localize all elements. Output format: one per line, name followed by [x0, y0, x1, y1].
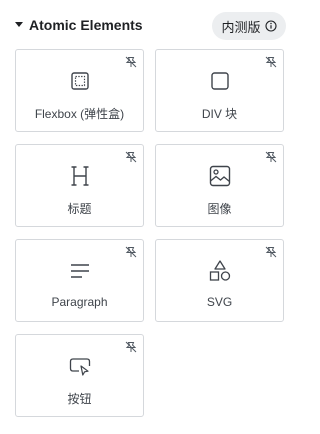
flexbox-icon	[68, 69, 92, 93]
info-icon[interactable]	[264, 20, 277, 32]
element-label: Paragraph	[51, 295, 108, 309]
element-card-flexbox[interactable]: Flexbox (弹性盒)	[15, 49, 144, 132]
element-card-image[interactable]: 图像	[155, 144, 284, 227]
div-block-icon	[208, 69, 232, 93]
pro-badge[interactable]: 内测版	[212, 12, 286, 40]
button-icon	[68, 354, 92, 378]
image-icon	[208, 164, 232, 188]
element-label: DIV 块	[201, 107, 238, 121]
element-card-heading[interactable]: 标题	[15, 144, 144, 227]
pin-icon[interactable]	[125, 246, 137, 258]
caret-down-icon[interactable]	[15, 22, 23, 27]
pin-icon[interactable]	[265, 151, 277, 163]
heading-icon	[68, 164, 92, 188]
element-card-button[interactable]: 按钮	[15, 334, 144, 417]
pin-icon[interactable]	[125, 151, 137, 163]
element-label: 标题	[67, 202, 92, 216]
element-label: 按钮	[67, 392, 92, 406]
element-card-paragraph[interactable]: Paragraph	[15, 239, 144, 322]
pin-icon[interactable]	[265, 56, 277, 68]
section-title: Atomic Elements	[29, 17, 143, 33]
element-label: Flexbox (弹性盒)	[34, 107, 125, 121]
element-card-div-block[interactable]: DIV 块	[155, 49, 284, 132]
element-card-svg[interactable]: SVG	[155, 239, 284, 322]
paragraph-icon	[68, 259, 92, 283]
element-label: SVG	[206, 295, 233, 309]
pro-badge-label: 内测版	[221, 19, 261, 35]
pin-icon[interactable]	[125, 56, 137, 68]
atomic-elements-header[interactable]: Atomic Elements 内测版	[0, 11, 299, 41]
svg-shapes-icon	[208, 259, 232, 283]
element-label: 图像	[207, 202, 232, 216]
pin-icon[interactable]	[265, 246, 277, 258]
pin-icon[interactable]	[125, 341, 137, 353]
